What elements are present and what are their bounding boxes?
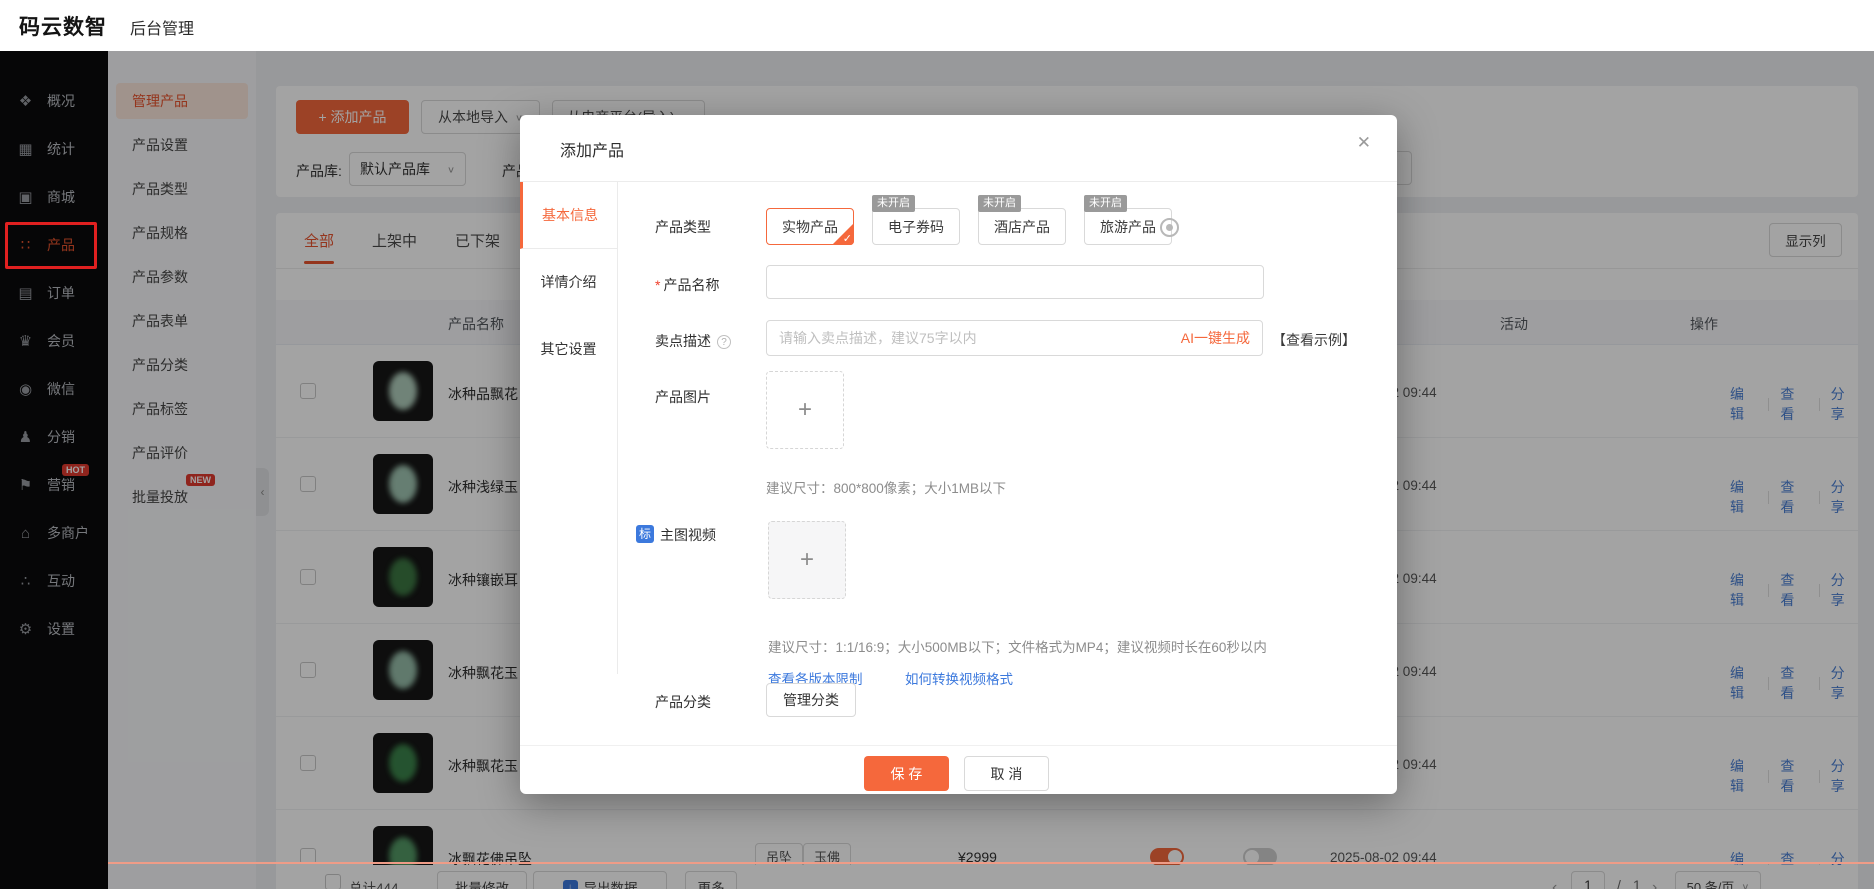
- convert-video-link[interactable]: 如何转换视频格式: [905, 668, 1013, 688]
- plus-icon: +: [798, 396, 812, 424]
- product-type-option[interactable]: 实物产品 ✓: [766, 208, 854, 245]
- annotation-line: [108, 862, 1874, 864]
- image-upload-box[interactable]: +: [766, 371, 844, 449]
- help-icon[interactable]: ?: [717, 335, 731, 349]
- add-product-modal: 添加产品 ✕ 基本信息 详情介绍 其它设置 产品类型 实物产品 ✓: [520, 115, 1397, 794]
- brand-logo: 码云数智: [19, 11, 107, 41]
- product-type-options: 实物产品 ✓ 未开启 电子券码 未开启 酒店产品 未开启 旅游产品: [766, 208, 1172, 245]
- cancel-button[interactable]: 取 消: [964, 756, 1049, 791]
- product-type-option-label: 酒店产品: [994, 217, 1050, 237]
- save-button[interactable]: 保 存: [864, 756, 949, 791]
- modal-header-divider: [520, 181, 1397, 182]
- selling-point-placeholder: 请输入卖点描述，建议75字以内: [779, 328, 1181, 348]
- video-upload-box[interactable]: +: [768, 521, 846, 599]
- main-video-label: 主图视频: [660, 525, 716, 545]
- product-type-label: 产品类型: [655, 217, 711, 237]
- video-size-hint: 建议尺寸：1:1/16:9；大小500MB以下；文件格式为MP4；建议视频时长在…: [768, 636, 1267, 656]
- product-type-option[interactable]: 未开启 酒店产品: [978, 208, 1066, 245]
- modal-tab[interactable]: 其它设置: [520, 316, 617, 383]
- plus-icon: +: [800, 546, 814, 574]
- product-type-option[interactable]: 未开启 旅游产品: [1084, 208, 1172, 245]
- modal-tab-list: 基本信息 详情介绍 其它设置: [520, 182, 618, 674]
- close-icon[interactable]: ✕: [1357, 133, 1371, 153]
- selling-point-label: 卖点描述?: [655, 331, 731, 351]
- preview-eye-icon[interactable]: [1160, 218, 1179, 237]
- modal-tab[interactable]: 基本信息: [520, 182, 617, 249]
- not-enabled-badge: 未开启: [872, 195, 915, 212]
- modal-footer-divider: [520, 745, 1397, 746]
- selected-check-icon: ✓: [832, 223, 854, 245]
- product-category-label: 产品分类: [655, 692, 711, 712]
- video-tag-badge: 标: [636, 525, 654, 543]
- not-enabled-badge: 未开启: [1084, 195, 1127, 212]
- product-name-field-label: *产品名称: [655, 275, 719, 295]
- image-size-hint: 建议尺寸：800*800像素；大小1MB以下: [766, 477, 1006, 497]
- annotation-highlight-box: [5, 222, 97, 269]
- product-name-input[interactable]: [766, 265, 1264, 299]
- view-example-link[interactable]: 【查看示例】: [1272, 330, 1356, 350]
- not-enabled-badge: 未开启: [978, 195, 1021, 212]
- required-asterisk: *: [655, 277, 660, 293]
- product-type-option-label: 电子券码: [888, 217, 944, 237]
- page-title: 后台管理: [130, 15, 194, 39]
- ai-generate-link[interactable]: AI一键生成: [1181, 328, 1250, 348]
- app-root: 码云数智 后台管理 ❖ 概况 ▦ 统计 ▣ 商城 ∷: [0, 0, 1874, 889]
- product-image-label: 产品图片: [655, 387, 711, 407]
- product-type-option[interactable]: 未开启 电子券码: [872, 208, 960, 245]
- top-header: 码云数智 后台管理: [0, 0, 1874, 51]
- product-type-option-label: 实物产品: [782, 217, 838, 237]
- manage-category-button[interactable]: 管理分类: [766, 683, 856, 717]
- modal-tab[interactable]: 详情介绍: [520, 249, 617, 316]
- product-type-option-label: 旅游产品: [1100, 217, 1156, 237]
- modal-title: 添加产品: [560, 137, 624, 161]
- selling-point-input[interactable]: 请输入卖点描述，建议75字以内 AI一键生成: [766, 320, 1263, 356]
